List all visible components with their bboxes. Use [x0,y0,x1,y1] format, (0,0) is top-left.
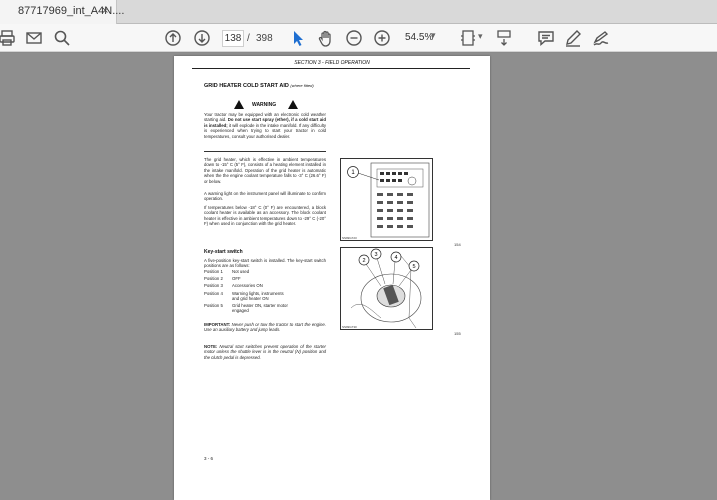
tab-bar: 87717969_int_A4N.... × [0,0,717,24]
figure2-callout-3: 3 [374,252,377,258]
close-tab-icon[interactable]: × [102,5,108,17]
mail-icon[interactable] [24,28,44,48]
fit-dropdown-icon[interactable]: ▾ [478,31,483,42]
figure-key-switch: 2 3 4 5 [340,247,433,330]
page-number-input[interactable]: 138 [222,30,244,47]
figure2-number: 155 [454,331,461,336]
zoom-dropdown-icon[interactable]: ▾ [431,30,436,41]
page-separator: / [247,33,250,44]
tab-title: 87717969_int_A4N.... [18,5,125,17]
warning-label: WARNING [252,102,277,108]
list-item: Position 5 Grid heater ON, starter motor … [204,303,288,314]
figure1-number: 154 [454,242,461,247]
page-number: 3 - 6 [204,456,214,461]
sign-icon[interactable] [591,28,611,48]
figure2-callout-4: 4 [394,255,397,261]
warning-triangle-icon [288,100,298,109]
document-tab[interactable]: 87717969_int_A4N.... × [0,0,124,24]
zoom-level-select[interactable]: 54.5% [401,30,445,47]
important-note: IMPORTANT: Never push or tow the tractor… [204,322,326,333]
pdf-page: SECTION 3 - FIELD OPERATION GRID HEATER … [174,56,490,500]
page-down-icon[interactable] [192,28,212,48]
figure-instrument-panel: 1 [340,158,433,241]
hand-pan-icon[interactable] [316,28,336,48]
select-cursor-icon[interactable] [288,28,308,48]
search-icon[interactable] [52,28,72,48]
instrument-panel-illustration: 1 [347,162,430,238]
figure2-code: SS99G730 [342,325,357,329]
paragraph-warning-light: A warning light on the instrument panel … [204,191,326,202]
total-pages: 398 [256,33,273,44]
page-heading: GRID HEATER COLD START AID (where fitted… [204,83,314,89]
paragraph-grid-heater: The grid heater, which is effective in a… [204,157,326,184]
printer-icon[interactable] [0,28,17,48]
fit-page-icon[interactable] [458,28,478,48]
figure2-callout-5: 5 [412,264,415,270]
figure2-callout-2: 2 [362,258,365,264]
list-item: Position 4 Warning lights, instruments an… [204,290,284,301]
comment-icon[interactable] [536,28,556,48]
toolbar: 138 / 398 54.5% ▾ ▾ [0,24,717,52]
warning-text: Your tractor may be equipped with an ele… [204,112,326,139]
warning-rule [204,151,326,152]
page-up-icon[interactable] [163,28,183,48]
section-header: SECTION 3 - FIELD OPERATION [294,60,370,66]
paragraph-block-heater: If temperatures below -18° C (0° F) are … [204,205,326,227]
position-list: Position 1 Not used Position 2 OFF Positio… [204,269,334,315]
neutral-note: NOTE: Neutral start switches prevent ope… [204,344,326,360]
key-start-intro: A five-position key-start switch is inst… [204,258,326,269]
scroll-mode-icon[interactable] [494,28,514,48]
warning-triangle-icon [234,100,244,109]
zoom-in-icon[interactable] [372,28,392,48]
list-item: Position 2 OFF [204,276,241,282]
zoom-out-icon[interactable] [344,28,364,48]
pen-icon[interactable] [563,28,583,48]
list-item: Position 3 Accessories ON [204,283,263,289]
list-item: Position 1 Not used [204,269,250,274]
key-switch-illustration: 2 3 4 5 [350,248,422,329]
warning-banner: WARNING [234,100,298,110]
document-viewer[interactable]: SECTION 3 - FIELD OPERATION GRID HEATER … [0,53,717,500]
figure1-code: SS99G723 [342,236,357,240]
key-start-heading: Key-start switch [204,249,243,255]
header-rule [192,68,470,69]
